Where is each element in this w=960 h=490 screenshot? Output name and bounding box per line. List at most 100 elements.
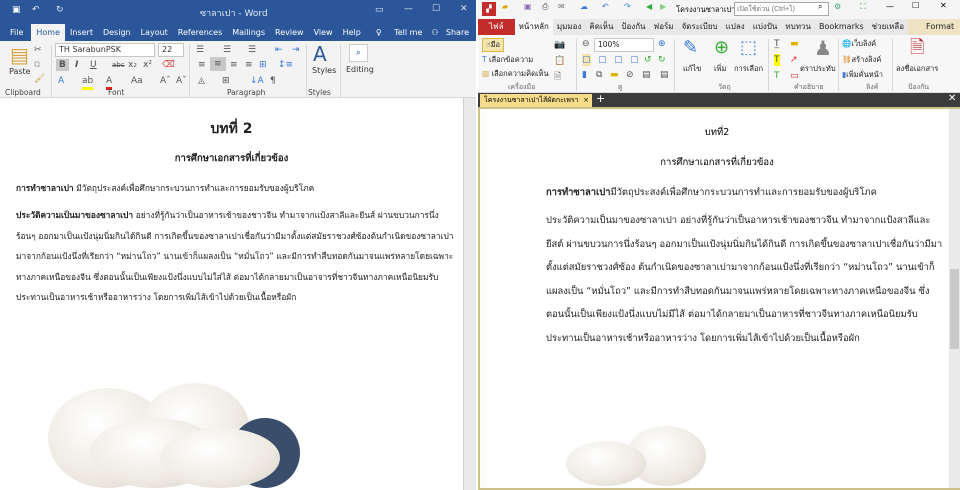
paste-button[interactable]: Paste (9, 67, 31, 76)
shading-icon[interactable]: ◬ (198, 75, 205, 87)
shrink-font-icon[interactable]: Aˇ (176, 75, 187, 87)
actual-size-icon[interactable]: ▢ (582, 54, 591, 66)
edit-button[interactable]: แก้ไข (683, 63, 701, 75)
tab-form[interactable]: ฟอร์ม (650, 19, 678, 35)
clipboard-icon[interactable]: 📋 (554, 55, 565, 67)
cloud-icon[interactable]: ☁ (580, 2, 588, 11)
tab-format[interactable]: Format (908, 19, 960, 35)
redo-icon[interactable]: ↻ (56, 5, 64, 15)
grow-font-icon[interactable]: Aˆ (160, 75, 171, 87)
fit-icon[interactable]: ⛶ (860, 2, 866, 12)
tab-help[interactable]: Help (338, 24, 366, 41)
tab-references[interactable]: References (173, 24, 227, 41)
change-case-icon[interactable]: Aa (131, 75, 143, 87)
zoom-in-icon[interactable]: ⊕ (658, 38, 666, 50)
close-button[interactable]: ✕ (460, 4, 468, 14)
print-icon[interactable]: ⎙ (542, 2, 548, 12)
note-icon[interactable]: ▬ (790, 38, 799, 50)
select-comment-button[interactable]: ▨ เลือกความคิดเห็น (482, 68, 549, 80)
hand-tool-button[interactable]: ☝มือ (482, 38, 505, 52)
selection-icon[interactable]: ⬚ (740, 38, 757, 58)
arrow-icon[interactable]: ↗ (790, 54, 798, 66)
numbering-icon[interactable]: ☰ (223, 44, 231, 56)
tab-insert[interactable]: Insert (65, 24, 98, 41)
tab-home[interactable]: หน้าหลัก (514, 19, 553, 35)
underline-button[interactable]: U (90, 59, 97, 71)
maximize-button[interactable]: ☐ (432, 4, 440, 14)
thai-distributed-icon[interactable]: ⊞ (259, 59, 267, 71)
snapshot-icon[interactable]: 📷 (554, 39, 565, 51)
attachment-icon[interactable]: ⊘ (626, 69, 634, 81)
edit-object-icon[interactable]: ✎ (683, 38, 698, 58)
tab-view[interactable]: มุมมอง (553, 19, 586, 35)
fit-visible-icon[interactable]: ▢ (630, 54, 639, 66)
maximize-button[interactable]: ☐ (912, 1, 919, 10)
align-center-icon[interactable]: ≡ (210, 57, 226, 71)
tab-file[interactable]: ไฟล์ (478, 19, 515, 35)
back-icon[interactable]: ◀ (646, 2, 652, 11)
select-text-button[interactable]: T เลือกข้อความ (482, 54, 533, 66)
quick-search-input[interactable] (734, 2, 829, 16)
font-size-field[interactable]: 22 (158, 43, 184, 57)
highlight-icon[interactable]: ab (82, 75, 94, 90)
multilevel-list-icon[interactable]: ☰ (248, 44, 256, 56)
styles-icon[interactable]: A (313, 43, 327, 65)
vertical-scrollbar[interactable] (949, 109, 960, 488)
tab-review[interactable]: Review (270, 24, 309, 41)
strikethrough-button[interactable]: abc (112, 59, 125, 71)
minimize-button[interactable]: — (886, 2, 894, 11)
zoom-level-field[interactable]: 100% (594, 38, 654, 52)
search-icon[interactable]: ⌕ (349, 44, 369, 62)
paste-icon[interactable]: ▤ (10, 43, 29, 67)
styles-button[interactable]: Styles (312, 66, 336, 75)
tab-design[interactable]: Design (98, 24, 136, 41)
tab-help[interactable]: ช่วยเหลือ (868, 19, 908, 35)
new-tab-button[interactable]: + (596, 92, 605, 105)
tab-share[interactable]: แบ่งปัน (749, 19, 782, 35)
find-icon[interactable]: 🗎 (554, 71, 561, 83)
line-spacing-icon[interactable]: ↕≡ (278, 59, 293, 71)
stamp-icon[interactable]: ♟ (814, 37, 832, 59)
forward-icon[interactable]: ▶ (660, 2, 666, 11)
superscript-button[interactable]: x² (143, 59, 152, 71)
sort-icon[interactable]: ↓A (250, 75, 264, 87)
align-right-icon[interactable]: ≡ (230, 59, 238, 71)
word-document-page[interactable]: บทที่ 2 การศึกษาเอกสารที่เกี่ยวข้อง การท… (0, 98, 463, 490)
rectangle-icon[interactable]: ▭ (790, 70, 799, 82)
increase-indent-icon[interactable]: ⇥ (292, 44, 300, 56)
settings-icon[interactable]: ⚙ (834, 2, 841, 11)
textbox-icon[interactable]: T (774, 54, 780, 66)
vertical-scrollbar[interactable] (463, 98, 476, 490)
tab-layout[interactable]: Layout (136, 24, 173, 41)
tab-protect[interactable]: ป้องกัน (617, 19, 649, 35)
undo-icon[interactable]: ↶ (602, 2, 609, 11)
tab-organize[interactable]: จัดระเบียบ (678, 19, 722, 35)
format-painter-icon[interactable]: 🖌 (34, 73, 45, 85)
decrease-indent-icon[interactable]: ⇤ (275, 44, 283, 56)
email-icon[interactable]: ✉ (558, 2, 565, 11)
sign-document-button[interactable]: ลงชื่อเอกสาร (896, 63, 938, 75)
search-icon[interactable]: ⌕ (818, 2, 822, 12)
properties-icon[interactable]: ▤ (660, 69, 669, 81)
bookmark-icon[interactable]: ▮ (582, 69, 587, 81)
pdf-page[interactable]: บทที่2 การศึกษาเอกสารที่เกี่ยวข้อง การทำ… (486, 111, 948, 488)
rotate-right-icon[interactable]: ↻ (658, 54, 666, 66)
tab-comment[interactable]: คิดเห็น (585, 19, 617, 35)
show-marks-icon[interactable]: ¶ (270, 75, 276, 87)
scrollbar-thumb[interactable] (950, 269, 959, 349)
ribbon-display-icon[interactable]: ▭ (375, 5, 384, 15)
minimize-button[interactable]: — (404, 4, 413, 14)
bullets-icon[interactable]: ☰ (196, 44, 204, 56)
sign-document-icon[interactable]: 🗎 (910, 37, 924, 59)
selection-button[interactable]: การเลือก (734, 63, 763, 75)
justify-icon[interactable]: ≡ (245, 59, 253, 71)
typewriter-icon[interactable]: T̲ (774, 38, 780, 50)
save-icon[interactable]: ▣ (12, 5, 21, 15)
comment-icon[interactable]: ▬ (610, 69, 619, 81)
share-button[interactable]: ⚇ Share (423, 24, 472, 41)
stamp-button[interactable]: ตราประทับ (800, 63, 836, 75)
cut-icon[interactable]: ✂ (34, 44, 42, 56)
close-button[interactable]: ✕ (940, 1, 947, 10)
font-name-field[interactable]: TH SarabunPSK (55, 43, 155, 57)
tab-bookmarks[interactable]: Bookmarks (815, 19, 868, 35)
